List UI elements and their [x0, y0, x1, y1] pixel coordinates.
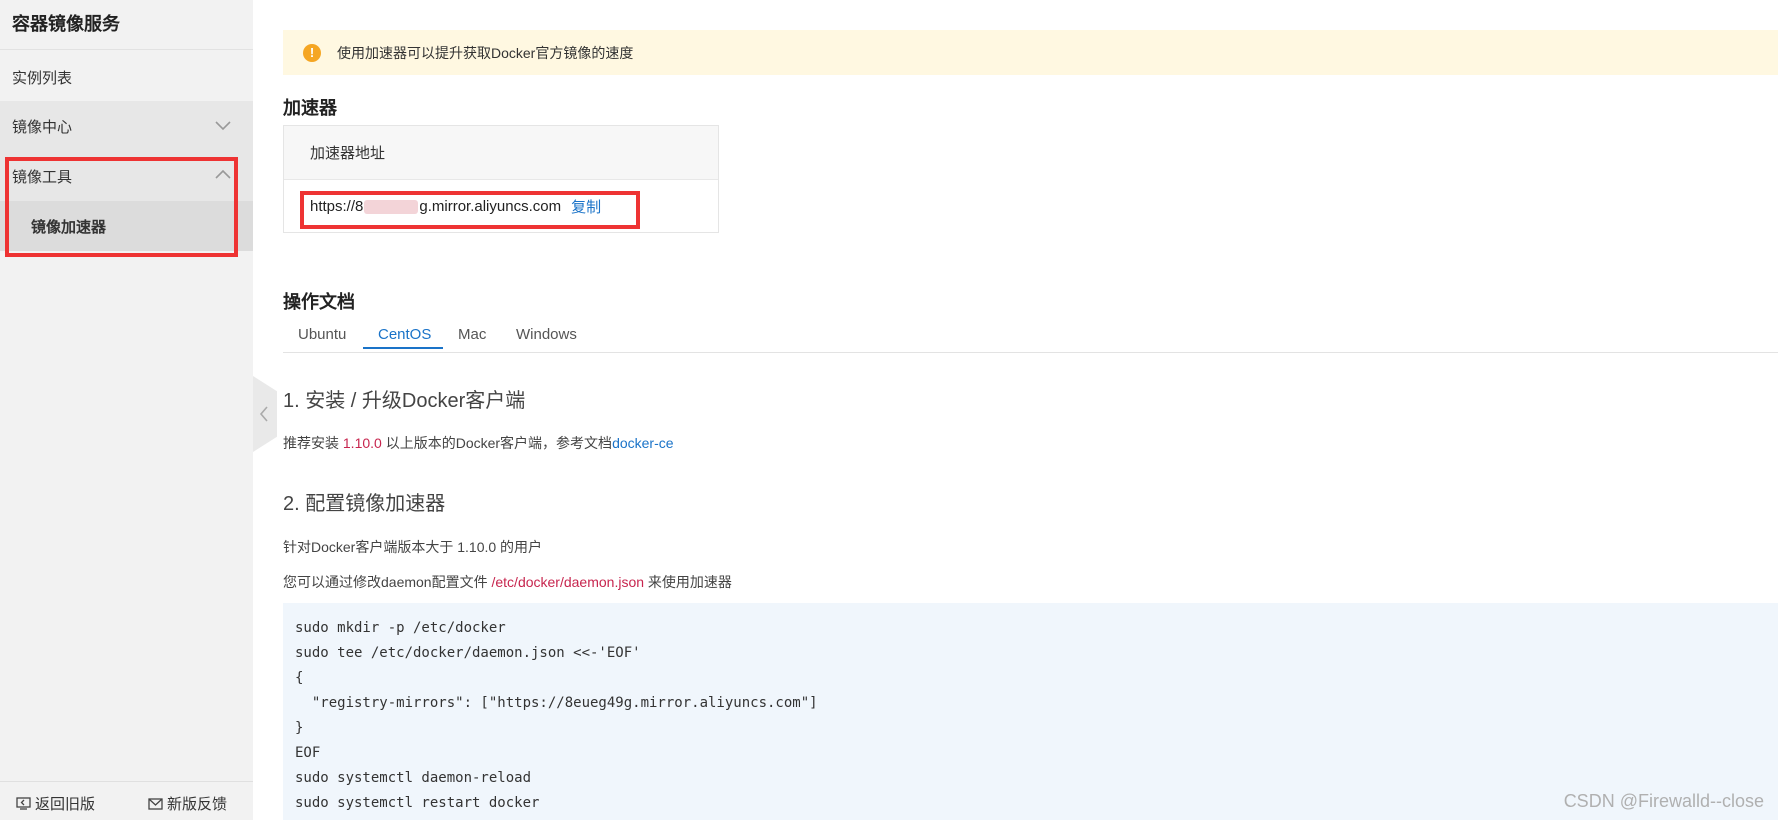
- code-line: sudo mkdir -p /etc/docker: [295, 620, 506, 636]
- notice-banner: ! 使用加速器可以提升获取Docker官方镜像的速度: [283, 30, 1778, 75]
- tab-mac[interactable]: Mac: [458, 326, 486, 352]
- code-line: EOF: [295, 745, 321, 761]
- new-version-feedback-label: 新版反馈: [167, 796, 228, 813]
- sidebar-item-label: 实例列表: [12, 70, 73, 87]
- step2-line2-before: 您可以通过修改daemon配置文件: [283, 574, 492, 590]
- mail-icon: [148, 797, 163, 810]
- step1-text-before: 推荐安装: [283, 435, 343, 451]
- active-tab-indicator: [363, 347, 443, 349]
- step1-text: 推荐安装 1.10.0 以上版本的Docker客户端，参考文档docker-ce: [283, 433, 674, 453]
- code-block[interactable]: sudo mkdir -p /etc/docker sudo tee /etc/…: [283, 603, 1778, 820]
- accelerator-table-header: 加速器地址: [284, 126, 718, 180]
- step2-line1: 针对Docker客户端版本大于 1.10.0 的用户: [283, 539, 543, 555]
- tab-windows[interactable]: Windows: [516, 326, 577, 352]
- code-line: sudo systemctl daemon-reload: [295, 770, 532, 786]
- sidebar-item-instance-list[interactable]: 实例列表: [0, 52, 253, 102]
- sidebar-title: 容器镜像服务: [12, 14, 120, 34]
- docs-heading: 操作文档: [283, 292, 355, 312]
- notice-text: 使用加速器可以提升获取Docker官方镜像的速度: [337, 44, 634, 61]
- code-line: {: [295, 670, 304, 686]
- step1-text-middle: 以上版本的Docker客户端，参考文档: [381, 435, 613, 451]
- chevron-down-icon: [215, 121, 231, 131]
- back-icon: [16, 797, 31, 810]
- new-version-feedback-link[interactable]: 新版反馈: [148, 793, 227, 814]
- sidebar: 容器镜像服务 实例列表 镜像中心 镜像工具 镜像加速器 返回旧版 新版反馈: [0, 0, 253, 820]
- step2-heading: 2. 配置镜像加速器: [283, 493, 446, 515]
- version-number: 1.10.0: [342, 435, 382, 451]
- docker-ce-link[interactable]: docker-ce: [612, 435, 673, 451]
- code-line: }: [295, 720, 304, 736]
- sidebar-divider: [0, 49, 253, 50]
- daemon-json-path: /etc/docker/daemon.json: [491, 574, 645, 590]
- step2-line2-after: 来使用加速器: [644, 574, 732, 590]
- warning-icon: !: [303, 43, 321, 62]
- sidebar-footer: 返回旧版 新版反馈: [0, 781, 253, 820]
- sidebar-item-label: 镜像中心: [12, 119, 73, 136]
- code-line: sudo tee /etc/docker/daemon.json <<-'EOF…: [295, 645, 641, 661]
- accelerator-heading: 加速器: [283, 98, 337, 118]
- os-tabs: Ubuntu CentOS Mac Windows: [283, 322, 1778, 353]
- sidebar-collapse-handle[interactable]: [253, 376, 277, 452]
- highlight-box-sidebar: [5, 157, 238, 257]
- step1-heading: 1. 安装 / 升级Docker客户端: [283, 390, 526, 412]
- tab-ubuntu[interactable]: Ubuntu: [298, 326, 346, 352]
- back-to-old-version-link[interactable]: 返回旧版: [16, 793, 95, 814]
- code-line: "registry-mirrors": ["https://8eueg49g.m…: [295, 695, 818, 711]
- back-to-old-version-label: 返回旧版: [35, 796, 96, 813]
- step2-line2: 您可以通过修改daemon配置文件 /etc/docker/daemon.jso…: [283, 572, 732, 592]
- watermark: CSDN @Firewalld--close: [1563, 791, 1764, 811]
- highlight-box-url: [300, 191, 640, 229]
- chevron-left-icon: [259, 406, 268, 422]
- sidebar-item-image-center[interactable]: 镜像中心: [0, 101, 253, 151]
- code-line: sudo systemctl restart docker: [295, 795, 540, 811]
